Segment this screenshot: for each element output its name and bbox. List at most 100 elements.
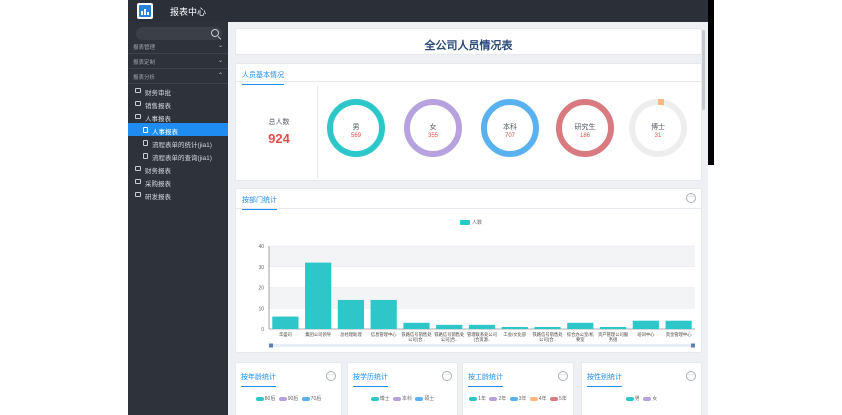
sidebar-item-hr-report-folder[interactable]: 人事报表 xyxy=(128,110,228,123)
total-value: 924 xyxy=(268,131,290,146)
legend-item[interactable]: 硕士 xyxy=(415,395,434,402)
more-options-button[interactable]: ··· xyxy=(326,371,336,381)
education-stats-card: 按学历统计 ··· 博士 本科 硕士 xyxy=(347,362,458,415)
legend-item[interactable]: 本科 xyxy=(392,395,412,402)
tab-seniority-stats[interactable]: 按工龄统计 xyxy=(468,372,503,387)
sidebar-item-finance-approval[interactable]: 财务审批 xyxy=(128,84,228,97)
sidebar-item-purchase-report[interactable]: 采购报表 xyxy=(128,175,228,188)
dept-chart-card: 按部门统计 ··· 人数 0 10 20 30 40 华盛司 集团公司领导 总经理助理 信息管理… xyxy=(235,188,702,353)
x-tick-label: 工会/文化部 xyxy=(503,331,526,338)
legend-item[interactable]: 博士 xyxy=(370,395,390,402)
chart-bar xyxy=(370,299,397,329)
chevron-down-icon: ⌄ xyxy=(217,58,223,64)
document-icon xyxy=(143,139,148,146)
folder-icon xyxy=(135,192,141,197)
chart-bar xyxy=(501,326,528,329)
chevron-down-icon: ⌄ xyxy=(217,43,223,49)
legend-item[interactable]: 4年 xyxy=(529,395,547,402)
gender-legend: 男 女 xyxy=(582,395,701,402)
tab-basic-info[interactable]: 人员基本情况 xyxy=(242,70,284,85)
x-tick-label-line2: 公司(合.. xyxy=(408,336,425,343)
x-tick-label: 华盛司 xyxy=(279,331,292,338)
legend-item[interactable]: 女 xyxy=(643,395,657,402)
legend-item[interactable]: 5年 xyxy=(549,395,567,402)
chart-bar xyxy=(272,316,299,329)
age-legend: 80后 90后 70后 xyxy=(236,395,341,402)
stat-ring-bachelor: 本科 707 xyxy=(481,99,539,157)
x-tick-label: 总经理助理 xyxy=(340,331,362,338)
doctor-ratio-arc xyxy=(658,99,664,105)
zoom-slider-handle-left xyxy=(269,343,273,348)
page-title: 全公司人员情况表 xyxy=(424,40,513,52)
folder-icon xyxy=(135,179,141,184)
y-tick-label: 40 xyxy=(258,244,264,250)
y-tick-label: 10 xyxy=(258,306,264,312)
sidebar-item-flow-query[interactable]: 流程表单的查询(jia1) xyxy=(128,149,228,162)
more-options-button[interactable]: ··· xyxy=(442,371,452,381)
chart-bar xyxy=(403,322,430,329)
folder-open-icon xyxy=(135,114,141,119)
chart-bar xyxy=(567,322,594,329)
tab-age-stats[interactable]: 按年龄统计 xyxy=(241,372,276,387)
legend-item[interactable]: 80后 xyxy=(255,395,275,402)
x-tick-label: 培训中心 xyxy=(637,331,655,338)
legend-item[interactable]: 3年 xyxy=(509,395,526,402)
more-options-button[interactable]: ··· xyxy=(686,371,696,381)
y-tick-label: 0 xyxy=(261,327,264,333)
app-title: 报表中心 xyxy=(170,7,207,17)
sidebar-item-sales-report[interactable]: 销售报表 xyxy=(128,97,228,110)
main-scrollbar[interactable] xyxy=(702,30,705,110)
grid-band xyxy=(269,287,695,309)
chart-bar xyxy=(337,299,365,329)
dept-bar-chart: 010203040华盛司 集团公司领导 总经理助理 信息管理中心 铁路信号销售处公司(合… xyxy=(258,244,695,348)
stat-ring-female: 女 355 xyxy=(404,99,462,157)
legend-item[interactable]: 1年 xyxy=(469,395,486,402)
zoom-slider-track xyxy=(269,344,695,347)
chevron-up-icon: ⌃ xyxy=(217,73,223,79)
more-options-button[interactable]: ··· xyxy=(558,371,568,381)
stat-ring-male: 男 569 xyxy=(327,99,385,157)
chart-bar xyxy=(534,326,561,329)
report-logo-icon[interactable] xyxy=(137,3,153,19)
tab-gender-stats[interactable]: 按性别统计 xyxy=(587,372,622,387)
folder-icon xyxy=(135,101,141,106)
sidebar-group-report-custom[interactable]: 报表定制 ⌄ xyxy=(128,55,228,69)
legend-item[interactable]: 70后 xyxy=(301,395,321,402)
gender-stats-card: 按性别统计 ··· 男 女 xyxy=(581,362,702,415)
stat-ring-doctor: 博士 31 xyxy=(629,99,687,157)
x-tick-label: 集团公司领导 xyxy=(305,331,331,338)
legend-item[interactable]: 2年 xyxy=(489,395,506,402)
legend-item[interactable]: 男 xyxy=(625,395,640,402)
sidebar-item-rd-report[interactable]: 研发报表 xyxy=(128,188,228,201)
stat-ring-graduate: 研究生 186 xyxy=(556,99,614,157)
x-tick-label-line2: 要室 xyxy=(576,336,585,343)
basic-info-header: 人员基本情况 xyxy=(236,64,701,85)
education-legend: 博士 本科 硕士 xyxy=(348,395,457,402)
chart-bar xyxy=(305,262,332,329)
grid-band xyxy=(269,246,695,267)
tab-education-stats[interactable]: 按学历统计 xyxy=(353,372,388,387)
sidebar-group-report-analysis[interactable]: 报表分析 ⌃ xyxy=(128,70,228,84)
chart-bar xyxy=(599,326,627,329)
window-edge xyxy=(708,0,714,165)
search-input[interactable] xyxy=(136,27,222,40)
sidebar-item-flow-stats[interactable]: 流程表单的统计(jia1) xyxy=(128,136,228,149)
x-tick-label-line2: 公司(合.. xyxy=(441,336,458,343)
seniority-legend: 1年 2年 3年 4年 5年 xyxy=(463,395,573,402)
app-window: 报表中心 报表管理 ⌄ 报表定制 ⌄ 报表分析 ⌃ 财务审批 销售报表 人事报表 xyxy=(128,0,708,415)
y-tick-label: 30 xyxy=(258,265,264,271)
sidebar-group-report-manage[interactable]: 报表管理 ⌄ xyxy=(128,40,228,54)
sidebar-item-finance-report[interactable]: 财务报表 xyxy=(128,162,228,175)
search-icon[interactable] xyxy=(211,29,219,37)
x-tick-label-line2: 务组 xyxy=(609,336,618,343)
basic-info-card: 人员基本情况 总人数 924 男 569 女 355 本科 707 研究生 18… xyxy=(235,63,702,181)
age-stats-card: 按年龄统计 ··· 80后 90后 70后 xyxy=(235,362,342,415)
folder-icon xyxy=(135,166,141,171)
chart-bar xyxy=(632,320,659,329)
legend-item[interactable]: 90后 xyxy=(278,395,298,402)
folder-icon xyxy=(135,88,141,93)
top-bar: 报表中心 xyxy=(128,0,708,22)
sidebar-item-hr-report[interactable]: 人事报表 xyxy=(128,123,228,136)
document-icon xyxy=(143,152,148,159)
x-tick-label-line2: (合资源.. xyxy=(474,336,491,343)
